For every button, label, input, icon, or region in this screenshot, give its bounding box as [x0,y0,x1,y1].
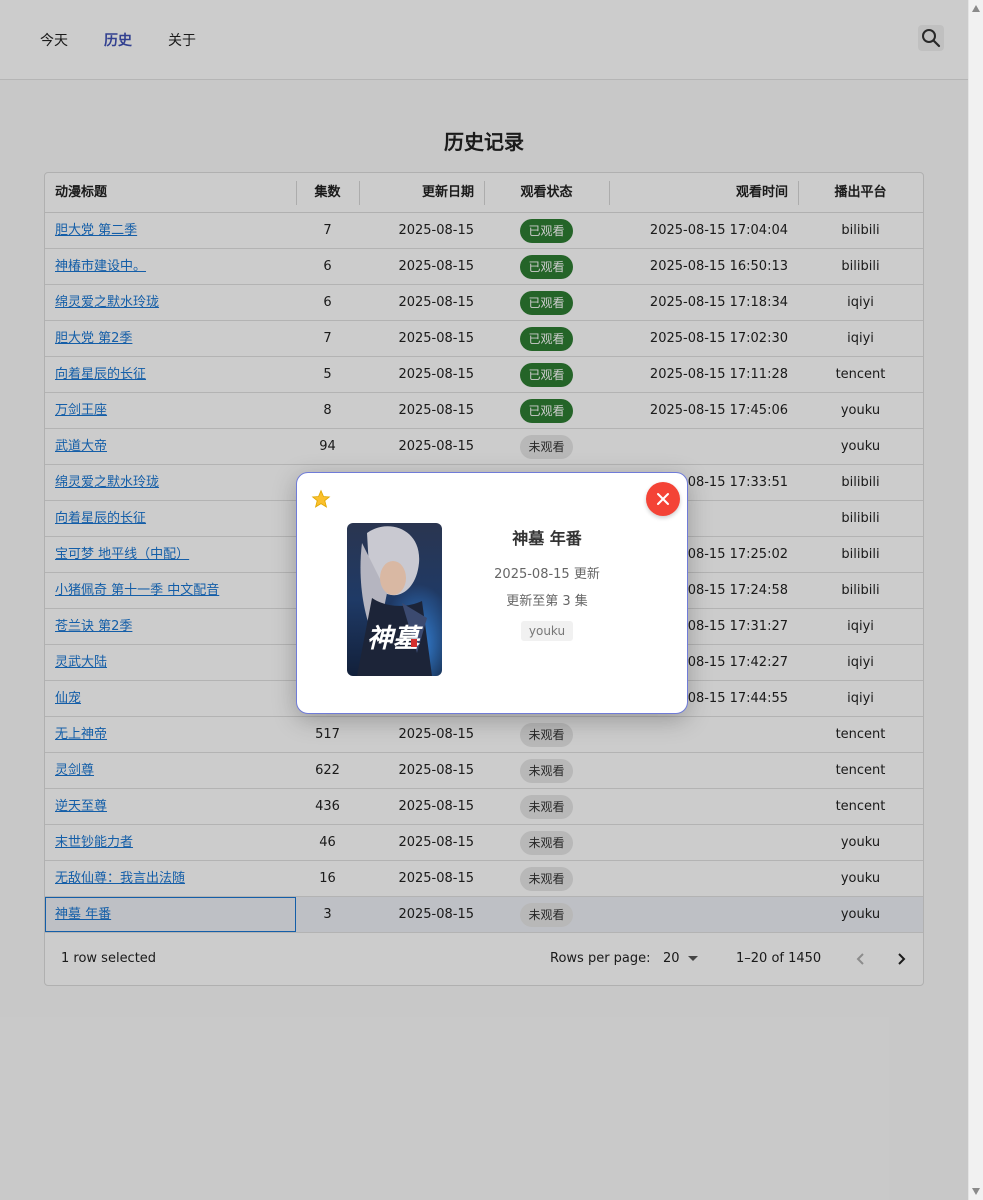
dialog-info: 神墓 年番 2025-08-15 更新 更新至第 3 集 youku [457,521,637,641]
dialog-episode-info: 更新至第 3 集 [506,594,588,609]
anime-detail-dialog: 神墓 神墓 年番 2025-08-15 更新 更新至第 3 集 youku [296,472,688,714]
app-page: 今天 历史 关于 历史记录 动漫标题 集数 更新日期 观看状态 观看时间 播出平… [0,0,968,1200]
dialog-update-date: 2025-08-15 更新 [494,567,600,582]
dialog-title: 神墓 年番 [512,529,582,548]
close-icon [657,493,669,505]
scroll-down-icon[interactable] [972,1188,980,1195]
poster-image: 神墓 [347,523,442,676]
dialog-platform-tag: youku [520,621,574,641]
page-scrollbar[interactable] [968,0,983,1200]
close-button[interactable] [646,482,680,516]
scroll-up-icon[interactable] [972,5,980,12]
star-icon[interactable] [311,489,331,509]
